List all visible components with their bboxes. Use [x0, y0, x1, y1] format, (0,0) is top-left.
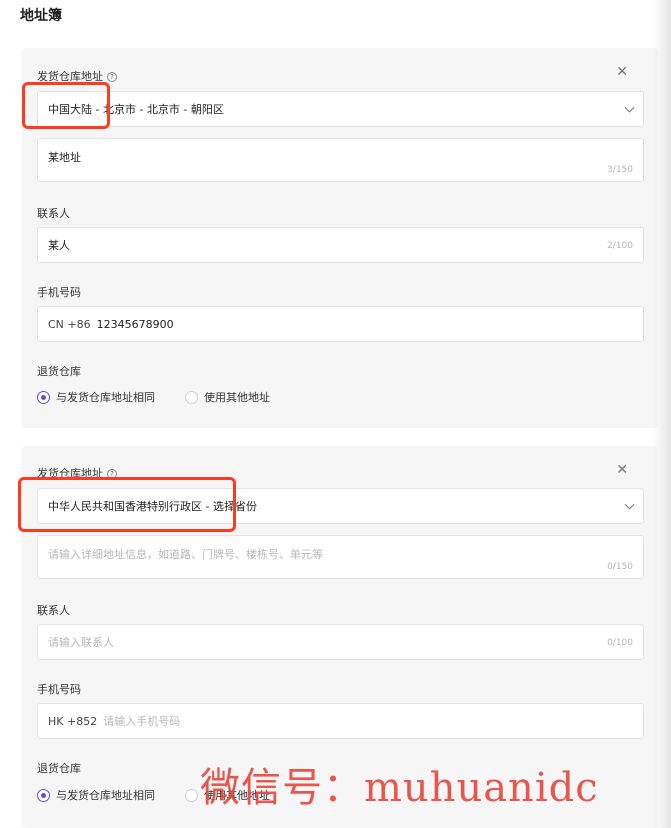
watermark-text: 微信号：muhuanidc	[200, 765, 599, 811]
phone-value: 12345678900	[96, 317, 174, 331]
warehouse-label: 发货仓库地址?	[37, 465, 117, 481]
radio-option-other[interactable]: 使用其他地址	[185, 389, 270, 405]
region-value: 中华人民共和国香港特别行政区 - 选择省份	[48, 500, 257, 513]
phone-label: 手机号码	[37, 683, 81, 696]
page-title: 地址簿	[20, 8, 62, 24]
address-value: 某地址	[48, 151, 81, 164]
radio-option-same[interactable]: 与发货仓库地址相同	[37, 389, 155, 405]
contact-label: 联系人	[37, 604, 70, 617]
contact-value: 某人	[48, 239, 70, 252]
region-select[interactable]: 中华人民共和国香港特别行政区 - 选择省份	[37, 488, 644, 524]
page-edge-shadow	[653, 0, 671, 828]
radio-icon	[185, 788, 198, 802]
radio-label: 与发货仓库地址相同	[56, 789, 155, 802]
radio-icon	[37, 390, 50, 404]
radio-label: 使用其他地址	[204, 391, 270, 404]
contact-input[interactable]: 请输入联系人 0/100	[37, 624, 644, 660]
region-select[interactable]: 中国大陆 - 北京市 - 北京市 - 朝阳区	[37, 91, 644, 127]
contact-counter: 2/100	[607, 241, 633, 251]
help-icon[interactable]: ?	[107, 72, 117, 82]
address-card-1: 发货仓库地址? ✕ 中国大陆 - 北京市 - 北京市 - 朝阳区 某地址 3/1…	[22, 48, 658, 428]
return-warehouse-label: 退货仓库	[37, 762, 81, 775]
phone-prefix[interactable]: HK +852	[48, 715, 97, 728]
chevron-down-icon	[624, 102, 635, 113]
contact-label: 联系人	[37, 207, 70, 220]
phone-label: 手机号码	[37, 286, 81, 299]
warehouse-label: 发货仓库地址?	[37, 68, 117, 84]
address-placeholder: 请输入详细地址信息，如道路、门牌号、楼栋号、单元等	[48, 548, 323, 561]
phone-placeholder: 请输入手机号码	[103, 715, 181, 728]
address-counter: 0/150	[607, 562, 633, 572]
phone-input[interactable]: HK +852 请输入手机号码	[37, 703, 644, 739]
chevron-down-icon	[624, 499, 635, 510]
address-textarea[interactable]: 请输入详细地址信息，如道路、门牌号、楼栋号、单元等 0/150	[37, 535, 644, 579]
radio-icon	[37, 788, 50, 802]
phone-prefix[interactable]: CN +86	[48, 318, 91, 331]
address-textarea[interactable]: 某地址 3/150	[37, 138, 644, 182]
radio-option-same[interactable]: 与发货仓库地址相同	[37, 787, 155, 803]
radio-label: 与发货仓库地址相同	[56, 391, 155, 404]
address-counter: 3/150	[607, 165, 633, 175]
contact-input[interactable]: 某人 2/100	[37, 227, 644, 263]
help-icon[interactable]: ?	[107, 469, 117, 479]
close-icon[interactable]: ✕	[616, 64, 628, 80]
radio-icon	[185, 390, 198, 404]
close-icon[interactable]: ✕	[616, 462, 628, 478]
region-value: 中国大陆 - 北京市 - 北京市 - 朝阳区	[48, 103, 224, 116]
contact-counter: 0/100	[607, 638, 633, 648]
return-warehouse-radio-group: 与发货仓库地址相同 使用其他地址	[37, 389, 300, 405]
return-warehouse-label: 退货仓库	[37, 365, 81, 378]
phone-input[interactable]: CN +86 12345678900	[37, 306, 644, 342]
contact-placeholder: 请输入联系人	[48, 636, 114, 649]
